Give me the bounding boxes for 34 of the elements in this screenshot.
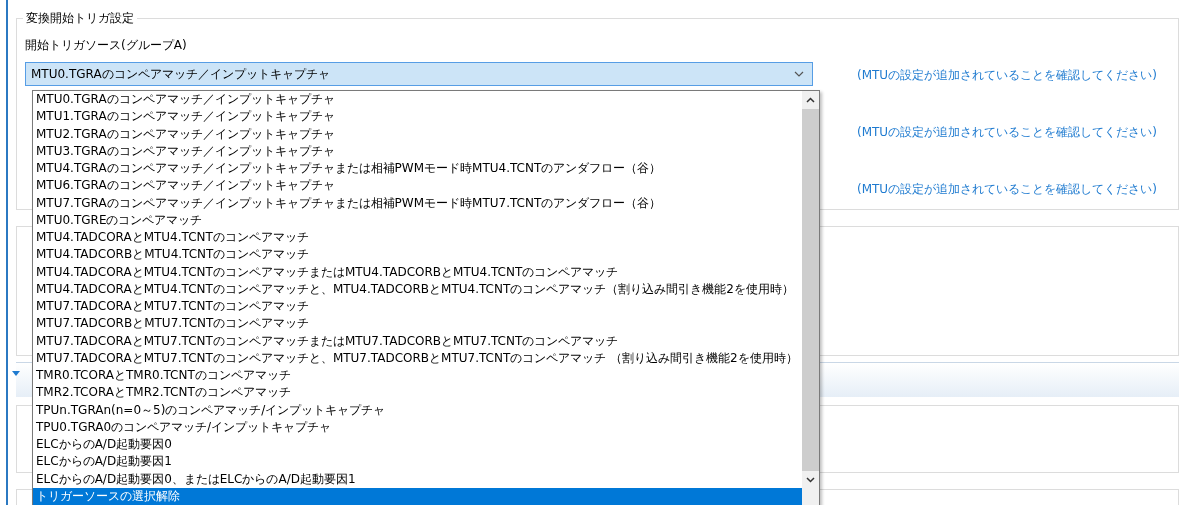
hint-text: (MTUの設定が追加されていることを確認してください) [857, 181, 1157, 198]
dropdown-field[interactable]: MTU0.TGRAのコンペアマッチ／インプットキャプチャ [25, 62, 813, 86]
dropdown-option[interactable]: MTU4.TADCORBとMTU4.TCNTのコンペアマッチ [33, 246, 802, 264]
dropdown-option[interactable]: MTU4.TADCORAとMTU4.TCNTのコンペアマッチ [33, 229, 802, 247]
chevron-down-icon [794, 71, 804, 77]
dropdown-option[interactable]: MTU7.TADCORAとMTU7.TCNTのコンペアマッチまたはMTU7.TADCORBとMTU7.TCNTのコンペアマッチ [33, 332, 802, 350]
scroll-up-icon[interactable] [806, 97, 815, 103]
hint-text: (MTUの設定が追加されていることを確認してください) [857, 124, 1157, 141]
dropdown-option[interactable]: MTU7.TADCORAとMTU7.TCNTのコンペアマッチと、MTU7.TADCORBとMTU7.TCNTのコンペアマッチ （割り込み間引き機能2を使用時） [33, 349, 802, 367]
dropdown-option[interactable]: ELCからのA/D起動要因0、またはELCからのA/D起動要因1 [33, 470, 802, 488]
field-label: 開始トリガソース(グループA) [25, 37, 188, 54]
collapse-triangle-icon[interactable] [12, 371, 20, 376]
dropdown-option[interactable]: MTU4.TGRAのコンペアマッチ／インプットキャプチャまたは相補PWMモード時MTU4.TCNTのアンダフロー（谷） [33, 160, 802, 178]
dropdown-option[interactable]: MTU4.TADCORAとMTU4.TCNTのコンペアマッチまたはMTU4.TADCORBとMTU4.TCNTのコンペアマッチ [33, 263, 802, 281]
dropdown-option[interactable]: MTU7.TADCORAとMTU7.TCNTのコンペアマッチ [33, 298, 802, 316]
dropdown-option[interactable]: MTU7.TGRAのコンペアマッチ／インプットキャプチャまたは相補PWMモード時MTU7.TCNTのアンダフロー（谷） [33, 194, 802, 212]
group-title: 変換開始トリガ設定 [23, 10, 137, 27]
dropdown-option[interactable]: MTU2.TGRAのコンペアマッチ／インプットキャプチャ [33, 125, 802, 143]
dropdown-option[interactable]: TPU0.TGRA0のコンペアマッチ/インプットキャプチャ [33, 418, 802, 436]
dropdown-option[interactable]: MTU4.TADCORAとMTU4.TCNTのコンペアマッチと、MTU4.TADCORBとMTU4.TCNTのコンペアマッチ（割り込み間引き機能2を使用時） [33, 280, 802, 298]
dropdown-option[interactable]: MTU1.TGRAのコンペアマッチ／インプットキャプチャ [33, 108, 802, 126]
scroll-down-icon[interactable] [806, 477, 815, 483]
dropdown-option[interactable]: トリガーソースの選択解除 [33, 487, 802, 505]
dropdown-option[interactable]: TMR0.TCORAとTMR0.TCNTのコンペアマッチ [33, 367, 802, 385]
dropdown-option[interactable]: ELCからのA/D起動要因0 [33, 436, 802, 454]
dropdown-option[interactable]: MTU0.TGRAのコンペアマッチ／インプットキャプチャ [33, 91, 802, 109]
dropdown-option[interactable]: TMR2.TCORAとTMR2.TCNTのコンペアマッチ [33, 384, 802, 402]
dropdown-option[interactable]: MTU0.TGREのコンペアマッチ [33, 211, 802, 229]
dropdown-option[interactable]: TPUn.TGRAn(n=0～5)のコンペアマッチ/インプットキャプチャ [33, 401, 802, 419]
dropdown-option[interactable]: MTU6.TGRAのコンペアマッチ／インプットキャプチャ [33, 177, 802, 195]
dropdown-option[interactable]: MTU7.TADCORBとMTU7.TCNTのコンペアマッチ [33, 315, 802, 333]
hint-text: (MTUの設定が追加されていることを確認してください) [857, 67, 1157, 84]
dropdown-option[interactable]: MTU3.TGRAのコンペアマッチ／インプットキャプチャ [33, 142, 802, 160]
dropdown-option[interactable]: ELCからのA/D起動要因1 [33, 453, 802, 471]
